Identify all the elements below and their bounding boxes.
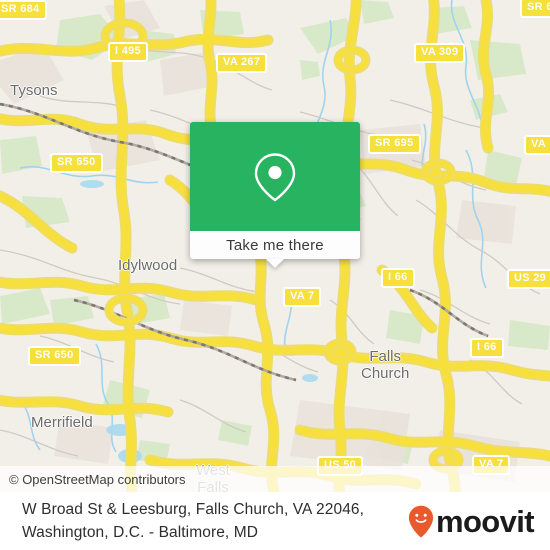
take-me-there-button[interactable]: Take me there	[190, 231, 360, 268]
road-shield: I 66	[381, 268, 415, 288]
road-shield: VA 7	[283, 287, 322, 307]
place-label-line: Tysons	[10, 82, 58, 99]
location-address: W Broad St & Leesburg, Falls Church, VA …	[0, 498, 408, 544]
road-shield: VA	[524, 135, 550, 155]
place-label: Tysons	[10, 83, 58, 99]
place-label-line: Merrifield	[31, 414, 93, 431]
road-shield: US 29	[507, 269, 550, 289]
place-label-line: Church	[361, 365, 410, 382]
place-label: Idylwood	[118, 258, 177, 274]
moovit-pin-smiley-icon	[408, 505, 434, 537]
road-shield: SR 684	[0, 0, 47, 20]
moovit-wordmark: moovit	[435, 503, 535, 539]
road-shield: SR 650	[28, 346, 81, 366]
road-shield: SR 650	[50, 153, 103, 173]
take-me-there-label: Take me there	[226, 236, 324, 254]
map-pin-icon	[254, 152, 296, 201]
map-attribution-bar: © OpenStreetMap contributors	[0, 466, 550, 492]
road-shield: I 495	[108, 42, 148, 62]
place-label: Merrifield	[31, 415, 93, 431]
screenshot-root: SR 684 I 495 VA 267 VA 309 SR 6 SR 650 SR 695 V…	[0, 0, 550, 550]
map-canvas[interactable]: SR 684 I 495 VA 267 VA 309 SR 6 SR 650 SR 695 V…	[0, 0, 550, 492]
place-label-line: Idylwood	[118, 257, 178, 274]
destination-popup-card[interactable]: Take me there	[190, 122, 360, 268]
road-shield: VA 309	[414, 43, 466, 63]
road-shield: VA 267	[216, 53, 268, 73]
footer-bar: W Broad St & Leesburg, Falls Church, VA …	[0, 492, 550, 550]
road-shield: SR 695	[368, 134, 421, 154]
popup-tail	[266, 259, 284, 268]
place-label-line: Falls	[369, 348, 402, 365]
address-line-1: W Broad St & Leesburg, Falls Church, VA …	[22, 501, 365, 518]
road-shield: SR 6	[520, 0, 550, 18]
place-label: Falls Church	[361, 348, 409, 382]
moovit-logo[interactable]: moovit	[408, 505, 550, 538]
address-line-2: Washington, D.C. - Baltimore, MD	[22, 524, 259, 541]
popup-icon-area	[190, 122, 360, 231]
osm-attribution-text[interactable]: © OpenStreetMap contributors	[0, 472, 186, 487]
road-shield: I 66	[470, 338, 504, 358]
